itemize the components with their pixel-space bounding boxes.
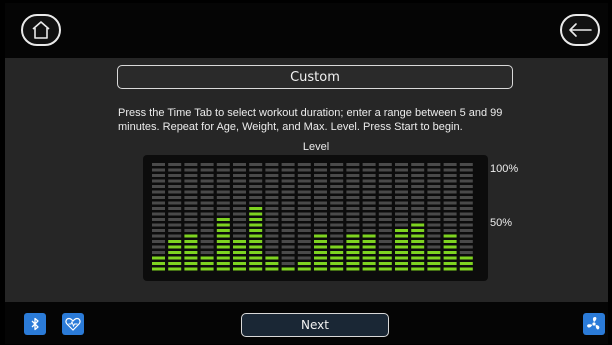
top-bar (5, 3, 608, 58)
level-bar-11 (314, 163, 327, 271)
bluetooth-button[interactable] (24, 313, 46, 335)
level-bar-4 (200, 163, 214, 271)
level-bar-17 (411, 163, 425, 271)
level-bar-8 (265, 163, 279, 271)
fan-icon (587, 317, 600, 330)
level-bar-1 (152, 163, 165, 271)
program-title: Custom (290, 69, 340, 85)
next-button-label: Next (301, 318, 329, 332)
arrow-left-icon (569, 23, 592, 37)
tick-label-50: 50% (490, 217, 513, 229)
level-bar-5 (216, 163, 230, 271)
level-bar-3 (184, 163, 198, 271)
level-bar-6 (233, 163, 246, 271)
fan-button[interactable] (583, 313, 605, 335)
level-bar-12 (330, 163, 344, 271)
level-bar-7 (249, 163, 263, 271)
home-button[interactable] (21, 14, 61, 46)
level-bar-15 (378, 163, 392, 271)
level-bar-9 (281, 163, 295, 271)
instructions-text: Press the Time Tab to select workout dur… (118, 107, 503, 133)
level-chart[interactable] (143, 155, 488, 281)
level-bar-18 (427, 163, 441, 271)
level-bars-svg (152, 163, 473, 271)
level-bar-14 (362, 163, 376, 271)
level-bar-13 (346, 163, 360, 271)
heart-rate-button[interactable] (62, 313, 84, 335)
next-button[interactable]: Next (241, 313, 389, 337)
bluetooth-icon (31, 317, 39, 331)
tick-label-100: 100% (490, 163, 519, 175)
level-bar-16 (395, 163, 408, 271)
back-button[interactable] (560, 14, 600, 46)
home-icon (32, 21, 50, 39)
level-bar-19 (443, 163, 457, 271)
level-bar-2 (168, 163, 182, 271)
chart-label: Level (302, 141, 330, 153)
level-bar-20 (459, 163, 473, 271)
program-title-box[interactable]: Custom (117, 65, 513, 89)
heart-rate-icon (65, 317, 81, 331)
level-bar-10 (297, 163, 311, 271)
